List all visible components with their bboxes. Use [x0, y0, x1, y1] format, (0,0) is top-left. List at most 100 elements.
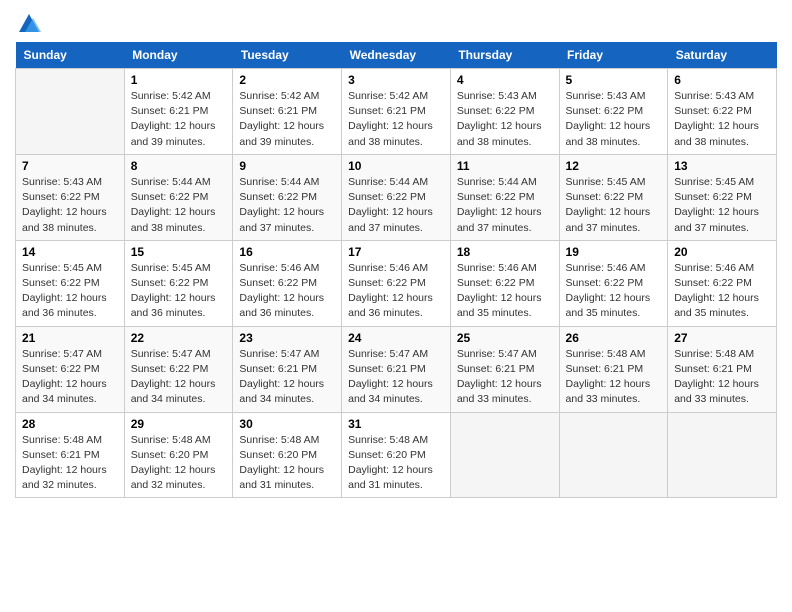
day-info: Sunrise: 5:43 AMSunset: 6:22 PMDaylight:…	[457, 89, 553, 150]
logo	[15, 10, 47, 38]
day-number: 19	[566, 245, 662, 259]
header-monday: Monday	[124, 42, 233, 69]
day-number: 6	[674, 73, 770, 87]
day-info: Sunrise: 5:42 AMSunset: 6:21 PMDaylight:…	[239, 89, 335, 150]
day-info: Sunrise: 5:43 AMSunset: 6:22 PMDaylight:…	[22, 175, 118, 236]
calendar-cell: 16 Sunrise: 5:46 AMSunset: 6:22 PMDayligh…	[233, 240, 342, 326]
day-info: Sunrise: 5:48 AMSunset: 6:21 PMDaylight:…	[22, 433, 118, 494]
calendar-cell: 18 Sunrise: 5:46 AMSunset: 6:22 PMDayligh…	[450, 240, 559, 326]
calendar-cell: 15 Sunrise: 5:45 AMSunset: 6:22 PMDayligh…	[124, 240, 233, 326]
day-number: 9	[239, 159, 335, 173]
calendar-cell: 20 Sunrise: 5:46 AMSunset: 6:22 PMDayligh…	[668, 240, 777, 326]
day-number: 30	[239, 417, 335, 431]
day-number: 23	[239, 331, 335, 345]
day-number: 3	[348, 73, 444, 87]
day-info: Sunrise: 5:42 AMSunset: 6:21 PMDaylight:…	[131, 89, 227, 150]
day-number: 4	[457, 73, 553, 87]
day-number: 26	[566, 331, 662, 345]
day-number: 25	[457, 331, 553, 345]
calendar-cell: 8Sunrise: 5:44 AMSunset: 6:22 PMDaylight…	[124, 154, 233, 240]
day-info: Sunrise: 5:47 AMSunset: 6:21 PMDaylight:…	[239, 347, 335, 408]
calendar-table: SundayMondayTuesdayWednesdayThursdayFrid…	[15, 42, 777, 498]
calendar-cell: 28 Sunrise: 5:48 AMSunset: 6:21 PMDayligh…	[16, 412, 125, 498]
day-info: Sunrise: 5:46 AMSunset: 6:22 PMDaylight:…	[457, 261, 553, 322]
calendar-cell: 30 Sunrise: 5:48 AMSunset: 6:20 PMDayligh…	[233, 412, 342, 498]
day-number: 27	[674, 331, 770, 345]
calendar-cell: 29 Sunrise: 5:48 AMSunset: 6:20 PMDayligh…	[124, 412, 233, 498]
calendar-cell: 6 Sunrise: 5:43 AMSunset: 6:22 PMDaylight…	[668, 69, 777, 155]
day-info: Sunrise: 5:46 AMSunset: 6:22 PMDaylight:…	[239, 261, 335, 322]
day-number: 21	[22, 331, 118, 345]
calendar-cell: 17 Sunrise: 5:46 AMSunset: 6:22 PMDayligh…	[342, 240, 451, 326]
calendar-cell: 3 Sunrise: 5:42 AMSunset: 6:21 PMDaylight…	[342, 69, 451, 155]
day-info: Sunrise: 5:46 AMSunset: 6:22 PMDaylight:…	[348, 261, 444, 322]
day-number: 17	[348, 245, 444, 259]
calendar-week-row: 28 Sunrise: 5:48 AMSunset: 6:21 PMDayligh…	[16, 412, 777, 498]
header-sunday: Sunday	[16, 42, 125, 69]
calendar-cell: 23 Sunrise: 5:47 AMSunset: 6:21 PMDayligh…	[233, 326, 342, 412]
calendar-cell: 13Sunrise: 5:45 AMSunset: 6:22 PMDayligh…	[668, 154, 777, 240]
day-info: Sunrise: 5:42 AMSunset: 6:21 PMDaylight:…	[348, 89, 444, 150]
calendar-cell: 24 Sunrise: 5:47 AMSunset: 6:21 PMDayligh…	[342, 326, 451, 412]
calendar-cell: 25 Sunrise: 5:47 AMSunset: 6:21 PMDayligh…	[450, 326, 559, 412]
day-number: 20	[674, 245, 770, 259]
calendar-cell	[559, 412, 668, 498]
day-info: Sunrise: 5:46 AMSunset: 6:22 PMDaylight:…	[566, 261, 662, 322]
day-number: 16	[239, 245, 335, 259]
calendar-cell: 9 Sunrise: 5:44 AMSunset: 6:22 PMDaylight…	[233, 154, 342, 240]
day-info: Sunrise: 5:48 AMSunset: 6:21 PMDaylight:…	[674, 347, 770, 408]
calendar-cell: 11 Sunrise: 5:44 AMSunset: 6:22 PMDayligh…	[450, 154, 559, 240]
header-saturday: Saturday	[668, 42, 777, 69]
calendar-week-row: 21 Sunrise: 5:47 AMSunset: 6:22 PMDayligh…	[16, 326, 777, 412]
calendar-cell: 1 Sunrise: 5:42 AMSunset: 6:21 PMDaylight…	[124, 69, 233, 155]
calendar-cell: 5Sunrise: 5:43 AMSunset: 6:22 PMDaylight…	[559, 69, 668, 155]
day-info: Sunrise: 5:45 AMSunset: 6:22 PMDaylight:…	[131, 261, 227, 322]
calendar-cell	[668, 412, 777, 498]
day-number: 24	[348, 331, 444, 345]
day-number: 14	[22, 245, 118, 259]
day-info: Sunrise: 5:45 AMSunset: 6:22 PMDaylight:…	[566, 175, 662, 236]
day-number: 10	[348, 159, 444, 173]
calendar-week-row: 1 Sunrise: 5:42 AMSunset: 6:21 PMDaylight…	[16, 69, 777, 155]
header-friday: Friday	[559, 42, 668, 69]
day-number: 2	[239, 73, 335, 87]
calendar-cell: 14 Sunrise: 5:45 AMSunset: 6:22 PMDayligh…	[16, 240, 125, 326]
day-number: 29	[131, 417, 227, 431]
day-number: 1	[131, 73, 227, 87]
day-info: Sunrise: 5:48 AMSunset: 6:21 PMDaylight:…	[566, 347, 662, 408]
calendar-cell: 22Sunrise: 5:47 AMSunset: 6:22 PMDayligh…	[124, 326, 233, 412]
logo-icon	[15, 10, 43, 38]
header-tuesday: Tuesday	[233, 42, 342, 69]
day-number: 18	[457, 245, 553, 259]
day-info: Sunrise: 5:47 AMSunset: 6:21 PMDaylight:…	[348, 347, 444, 408]
calendar-cell	[16, 69, 125, 155]
day-info: Sunrise: 5:47 AMSunset: 6:21 PMDaylight:…	[457, 347, 553, 408]
day-info: Sunrise: 5:48 AMSunset: 6:20 PMDaylight:…	[348, 433, 444, 494]
day-number: 5	[566, 73, 662, 87]
day-info: Sunrise: 5:44 AMSunset: 6:22 PMDaylight:…	[239, 175, 335, 236]
day-info: Sunrise: 5:44 AMSunset: 6:22 PMDaylight:…	[348, 175, 444, 236]
day-info: Sunrise: 5:47 AMSunset: 6:22 PMDaylight:…	[22, 347, 118, 408]
header-thursday: Thursday	[450, 42, 559, 69]
day-info: Sunrise: 5:43 AMSunset: 6:22 PMDaylight:…	[674, 89, 770, 150]
day-info: Sunrise: 5:48 AMSunset: 6:20 PMDaylight:…	[131, 433, 227, 494]
calendar-header-row: SundayMondayTuesdayWednesdayThursdayFrid…	[16, 42, 777, 69]
calendar-cell: 19 Sunrise: 5:46 AMSunset: 6:22 PMDayligh…	[559, 240, 668, 326]
day-info: Sunrise: 5:44 AMSunset: 6:22 PMDaylight:…	[131, 175, 227, 236]
day-info: Sunrise: 5:46 AMSunset: 6:22 PMDaylight:…	[674, 261, 770, 322]
day-number: 31	[348, 417, 444, 431]
day-number: 28	[22, 417, 118, 431]
day-info: Sunrise: 5:44 AMSunset: 6:22 PMDaylight:…	[457, 175, 553, 236]
day-number: 11	[457, 159, 553, 173]
calendar-week-row: 7 Sunrise: 5:43 AMSunset: 6:22 PMDaylight…	[16, 154, 777, 240]
calendar-cell: 21 Sunrise: 5:47 AMSunset: 6:22 PMDayligh…	[16, 326, 125, 412]
calendar-cell: 12Sunrise: 5:45 AMSunset: 6:22 PMDayligh…	[559, 154, 668, 240]
calendar-cell: 4 Sunrise: 5:43 AMSunset: 6:22 PMDaylight…	[450, 69, 559, 155]
day-info: Sunrise: 5:47 AMSunset: 6:22 PMDaylight:…	[131, 347, 227, 408]
calendar-cell	[450, 412, 559, 498]
day-number: 7	[22, 159, 118, 173]
day-number: 15	[131, 245, 227, 259]
day-info: Sunrise: 5:45 AMSunset: 6:22 PMDaylight:…	[22, 261, 118, 322]
calendar-cell: 10 Sunrise: 5:44 AMSunset: 6:22 PMDayligh…	[342, 154, 451, 240]
day-info: Sunrise: 5:48 AMSunset: 6:20 PMDaylight:…	[239, 433, 335, 494]
